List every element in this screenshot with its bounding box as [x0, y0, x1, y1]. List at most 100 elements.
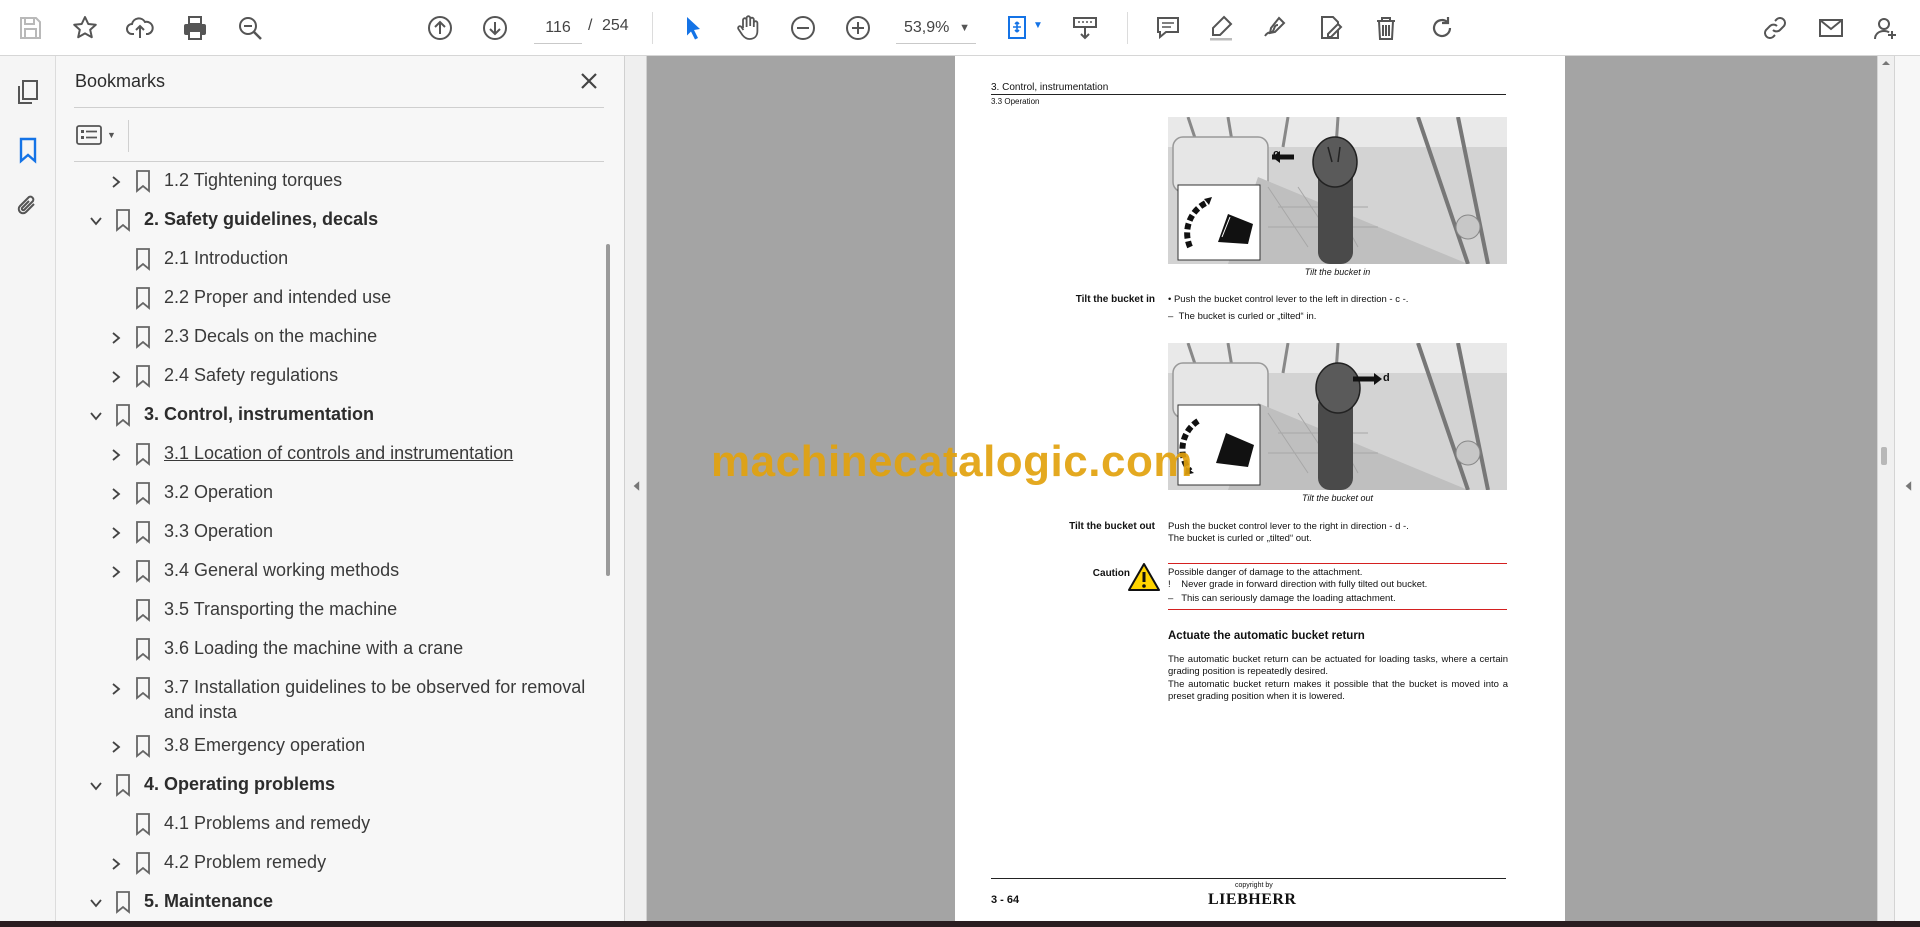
document-scrollbar-thumb[interactable] — [1881, 447, 1887, 465]
bookmark-label[interactable]: 2.2 Proper and intended use — [164, 285, 596, 310]
bookmark-label[interactable]: 3.5 Transporting the machine — [164, 597, 596, 622]
bookmark-label-text: 3.4 General working methods — [164, 560, 400, 580]
bookmark-label-text: 3.7 Installation guidelines to be observ… — [164, 677, 586, 697]
bookmark-label[interactable]: 3.2 Operation — [164, 480, 596, 505]
panel-collapse-handle[interactable] — [625, 56, 647, 921]
upload-icon[interactable] — [122, 10, 158, 46]
fit-page-dropdown-icon[interactable]: ▼ — [1033, 20, 1043, 31]
pages-icon[interactable] — [10, 74, 46, 110]
bookmark-label-text: 2.1 Introduction — [164, 248, 289, 268]
paragraph: The automatic bucket return can be actua… — [1168, 654, 1508, 677]
delete-icon[interactable] — [1368, 10, 1404, 46]
chevron-right-icon[interactable] — [106, 737, 126, 757]
photo-caption: Tilt the bucket in — [1304, 267, 1371, 277]
bookmark-label[interactable]: 5. Maintenance — [144, 889, 596, 914]
chevron-right-icon[interactable] — [106, 679, 126, 699]
section-label-tilt-in: Tilt the bucket in — [1075, 294, 1155, 305]
bookmarks-panel: Bookmarks ▼ 1.2 Tightening torques 2. Saf… — [56, 56, 625, 921]
bookmark-label-text: 2. Safety guidelines, decals — [144, 209, 379, 229]
chevron-down-icon[interactable] — [86, 406, 106, 426]
bookmark-label-text: 1.2 Tightening torques — [164, 170, 343, 190]
email-icon[interactable] — [1813, 10, 1849, 46]
bookmark-label[interactable]: 2.4 Safety regulations — [164, 363, 596, 388]
bookmark-options-button[interactable]: ▼ — [74, 120, 126, 150]
page-up-icon[interactable] — [422, 10, 458, 46]
bookmark-label[interactable]: 2.1 Introduction — [164, 246, 596, 271]
bookmark-label[interactable]: 1.2 Tightening torques — [164, 168, 596, 193]
chevron-right-icon[interactable] — [106, 484, 126, 504]
section-label-tilt-out: Tilt the bucket out — [1069, 521, 1155, 532]
document-viewport[interactable]: 3. Control, instrumentation 3.3 Operatio… — [647, 56, 1877, 921]
sign-icon[interactable] — [1257, 10, 1293, 46]
bookmark-label[interactable]: 4.2 Problem remedy — [164, 850, 596, 875]
scroll-up-icon[interactable] — [1881, 60, 1891, 66]
chevron-right-icon[interactable] — [106, 172, 126, 192]
bookmark-label[interactable]: 3.7 Installation guidelines to be observ… — [164, 675, 596, 725]
bookmark-label[interactable]: 3.1 Location of controls and instrumenta… — [164, 441, 596, 466]
page-header-subtitle: 3.3 Operation — [991, 97, 1040, 106]
bookmark-label[interactable]: 3. Control, instrumentation — [144, 402, 596, 427]
bookmark-label[interactable]: 4.1 Problems and remedy — [164, 811, 596, 836]
star-icon[interactable] — [67, 10, 103, 46]
close-icon[interactable] — [576, 68, 602, 94]
attachment-icon[interactable] — [10, 188, 46, 224]
bookmark-icon — [134, 481, 152, 505]
chevron-down-icon: ▼ — [107, 130, 116, 140]
chevron-right-icon[interactable] — [106, 523, 126, 543]
bookmark-icon — [134, 364, 152, 388]
header-rule — [991, 94, 1506, 95]
list-options-icon — [76, 125, 102, 145]
bookmark-label[interactable]: 4. Operating problems — [144, 772, 596, 797]
copyright-text: copyright by — [1235, 882, 1273, 889]
chevron-right-icon[interactable] — [106, 328, 126, 348]
instruction-step: Push the bucket control lever to the rig… — [1168, 521, 1409, 532]
left-rail — [0, 56, 56, 921]
rotate-icon[interactable] — [1424, 10, 1460, 46]
bookmark-label[interactable]: 3.8 Emergency operation — [164, 733, 596, 758]
chevron-right-icon[interactable] — [106, 854, 126, 874]
account-icon[interactable] — [1868, 10, 1904, 46]
liebherr-logo: LIEBHERR — [1208, 891, 1297, 908]
chevron-right-icon[interactable] — [106, 367, 126, 387]
page-number-input[interactable]: 116 — [534, 12, 582, 44]
bookmark-label-text: 2.2 Proper and intended use — [164, 287, 392, 307]
share-link-icon[interactable] — [1757, 10, 1793, 46]
control-lever-illustration — [1168, 343, 1507, 490]
panel-scrollbar-thumb[interactable] — [606, 244, 610, 576]
photo-caption: Tilt the bucket out — [1302, 493, 1373, 503]
zoom-out-icon[interactable] — [785, 10, 821, 46]
bookmark-label[interactable]: 2. Safety guidelines, decals — [144, 207, 596, 232]
zoom-in-icon[interactable] — [840, 10, 876, 46]
chevron-right-icon[interactable] — [106, 562, 126, 582]
zoom-level-select[interactable]: 53,9% ▼ — [896, 12, 976, 44]
page-down-icon[interactable] — [477, 10, 513, 46]
save-icon[interactable] — [12, 10, 48, 46]
chevron-down-icon[interactable] — [86, 893, 106, 913]
bookmark-icon[interactable] — [10, 132, 46, 168]
document-scrollbar[interactable] — [1877, 56, 1894, 921]
zoom-search-icon[interactable] — [232, 10, 268, 46]
select-cursor-icon[interactable] — [675, 10, 711, 46]
toolbar-divider — [652, 12, 653, 44]
chevron-down-icon[interactable] — [86, 211, 106, 231]
comment-icon[interactable] — [1150, 10, 1186, 46]
right-panel-handle[interactable] — [1894, 56, 1920, 921]
fit-page-icon[interactable] — [1000, 10, 1036, 46]
edit-icon[interactable] — [1312, 10, 1348, 46]
chevron-right-icon[interactable] — [106, 445, 126, 465]
bookmark-label[interactable]: 2.3 Decals on the machine — [164, 324, 596, 349]
print-icon[interactable] — [177, 10, 213, 46]
caution-rule-top — [1168, 563, 1507, 564]
highlight-icon[interactable] — [1203, 10, 1239, 46]
bookmark-label[interactable]: 3.4 General working methods — [164, 558, 596, 583]
chevron-down-icon: ▼ — [959, 22, 970, 34]
watermark: machinecatalogic.com — [711, 437, 1193, 486]
bookmark-label-text: 5. Maintenance — [144, 891, 274, 911]
chevron-down-icon[interactable] — [86, 776, 106, 796]
bookmark-icon — [134, 520, 152, 544]
photo-letter-d: d — [1383, 372, 1390, 384]
hand-icon[interactable] — [730, 10, 766, 46]
bookmark-label[interactable]: 3.6 Loading the machine with a crane — [164, 636, 596, 661]
bookmark-label[interactable]: 3.3 Operation — [164, 519, 596, 544]
scroll-mode-icon[interactable] — [1067, 10, 1103, 46]
